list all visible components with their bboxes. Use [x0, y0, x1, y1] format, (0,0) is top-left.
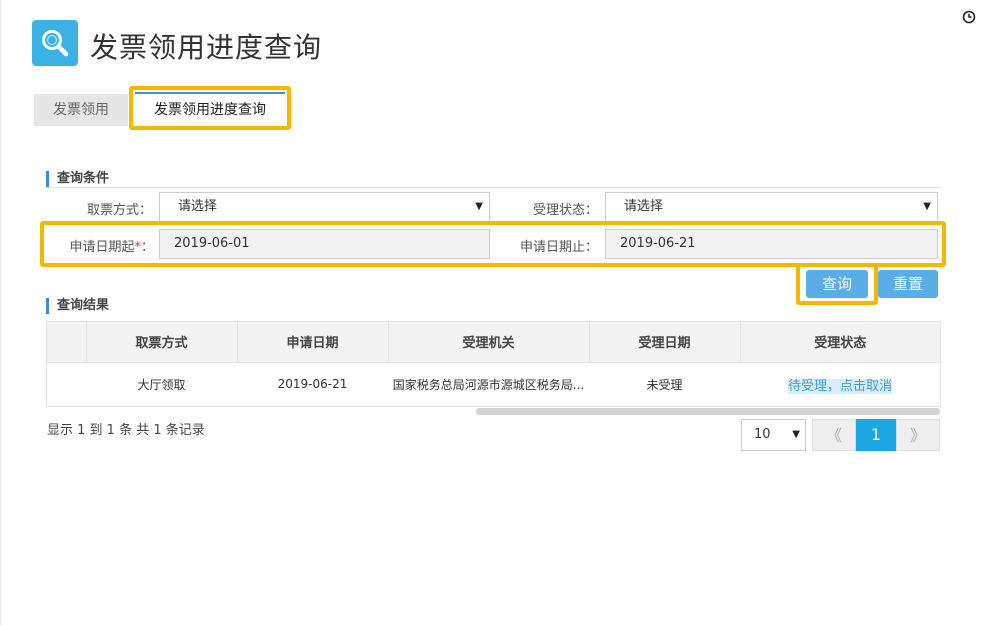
current-page-button[interactable]: 1: [856, 419, 896, 451]
accept-status-label: 受理状态：: [532, 203, 598, 218]
query-button[interactable]: 查询: [806, 270, 868, 298]
clock-icon: [962, 10, 976, 24]
accept-status-select[interactable]: 请选择 ▼: [605, 192, 938, 222]
dropdown-arrow-icon: ▼: [792, 429, 800, 440]
tab-invoice-progress-query[interactable]: 发票领用进度查询: [135, 92, 285, 124]
conditions-section-title: 查询条件: [46, 171, 109, 187]
results-section-title: 查询结果: [46, 298, 109, 314]
date-to-label: 申请日期止：: [519, 240, 598, 255]
results-table: 取票方式 申请日期 受理机关 受理日期 受理状态 大厅领取 2019-06-21…: [46, 321, 941, 407]
cell-accept-date: 未受理: [646, 377, 683, 392]
record-count-info: 显示 1 到 1 条 共 1 条记录: [47, 423, 205, 438]
app-logo: [32, 20, 78, 66]
table-header-row: 取票方式 申请日期 受理机关 受理日期 受理状态: [47, 322, 940, 363]
ticket-method-label: 取票方式：: [86, 203, 152, 218]
cell-index: [47, 362, 86, 406]
page-size-select[interactable]: 10 ▼: [741, 419, 806, 451]
date-from-label: 申请日期起*：: [69, 240, 154, 255]
cell-authority: 国家税务总局河源市源城区税务局...: [392, 377, 585, 392]
cell-status: 待受理，点击取消: [740, 362, 940, 406]
column-header-index: [47, 322, 87, 363]
cancel-pending-link[interactable]: 待受理，点击取消: [787, 378, 892, 394]
ticket-method-value: 请选择: [178, 199, 218, 214]
tab-invoice-apply[interactable]: 发票领用: [34, 94, 128, 126]
column-header-authority[interactable]: 受理机关: [388, 322, 590, 363]
date-from-input[interactable]: 2019-06-01: [159, 229, 490, 259]
cell-apply-date: 2019-06-21: [277, 377, 348, 392]
accept-status-value: 请选择: [624, 199, 664, 214]
reset-button[interactable]: 重置: [878, 270, 938, 298]
prev-page-button[interactable]: 《: [812, 419, 856, 451]
table-row: 大厅领取 2019-06-21 国家税务总局河源市源城区税务局... 未受理 待…: [47, 362, 940, 406]
ticket-method-select[interactable]: 请选择 ▼: [159, 192, 490, 222]
column-header-ticket-method[interactable]: 取票方式: [86, 322, 238, 363]
search-icon: [42, 30, 69, 57]
section-divider: [46, 187, 940, 188]
page-title: 发票领用进度查询: [90, 31, 323, 64]
cell-ticket-method: 大厅领取: [137, 377, 186, 392]
column-header-accept-date[interactable]: 受理日期: [589, 322, 741, 363]
date-to-input[interactable]: 2019-06-21: [605, 229, 938, 259]
dropdown-arrow-icon: ▼: [475, 201, 483, 212]
column-header-status[interactable]: 受理状态: [740, 322, 940, 363]
next-page-button[interactable]: 》: [896, 419, 940, 451]
horizontal-scrollbar[interactable]: [476, 408, 940, 415]
dropdown-arrow-icon: ▼: [923, 201, 931, 212]
column-header-apply-date[interactable]: 申请日期: [237, 322, 389, 363]
page-size-value: 10: [754, 427, 771, 442]
